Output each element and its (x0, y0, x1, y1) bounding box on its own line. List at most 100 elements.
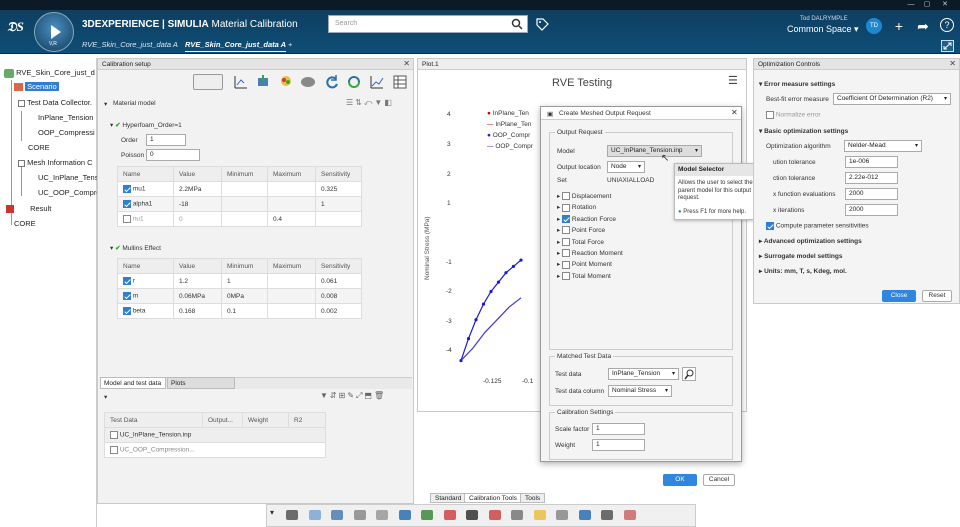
cell[interactable]: 1.2 (173, 273, 222, 289)
cell[interactable] (267, 196, 316, 212)
collapse-icon[interactable]: ▾ (104, 100, 107, 108)
order-stepper[interactable]: 1 (146, 134, 186, 146)
tree-uc-inplane[interactable]: UC_InPlane_Tens (38, 173, 98, 182)
mesh-icon[interactable] (374, 507, 390, 523)
mesh-icon[interactable] (300, 74, 316, 90)
tab-calibration-tools[interactable]: Calibration Tools (464, 493, 522, 503)
minimize-icon[interactable]: — (904, 0, 918, 10)
maximize-icon[interactable]: ▢ (920, 0, 934, 10)
output-option[interactable]: ▸ Total Force (557, 237, 604, 246)
cell[interactable]: 0MPa (221, 288, 268, 304)
space-selector[interactable]: Common Space ▾ (787, 24, 859, 35)
output-option[interactable]: ▸ Rotation (557, 203, 596, 212)
normalize-error[interactable]: Normalize error (766, 111, 821, 119)
ok-button[interactable]: OK (663, 474, 697, 486)
avatar[interactable]: TD (866, 18, 882, 34)
doc-tab-2[interactable]: RVE_Skin_Core_just_data A (185, 40, 287, 52)
menu-icon[interactable]: ☰ (728, 74, 738, 87)
algorithm-select[interactable]: Nelder-Mead (844, 140, 922, 152)
expand-icon[interactable]: ▸ (557, 273, 560, 280)
opt-field-input[interactable]: 2000 (845, 188, 898, 200)
cell[interactable]: 1 (221, 273, 268, 289)
checkbox[interactable] (123, 185, 131, 193)
checkbox[interactable] (123, 307, 131, 315)
close-icon[interactable]: ✕ (403, 59, 410, 68)
cell[interactable]: 2.2MPa (173, 181, 222, 197)
test-data-select[interactable]: InPlane_Tension (608, 368, 679, 380)
checkbox[interactable] (766, 222, 774, 230)
cancel-button[interactable]: Cancel (703, 474, 735, 486)
table-row[interactable]: alpha1 -18 1 (117, 196, 362, 212)
expand-icon[interactable] (941, 40, 954, 52)
expand-icon[interactable]: ▸ (557, 216, 560, 223)
refresh-icon[interactable] (324, 74, 340, 90)
checkbox[interactable] (123, 277, 131, 285)
output-option[interactable]: ▸ Reaction Moment (557, 249, 623, 258)
checkbox[interactable] (562, 249, 571, 258)
opt-field-input[interactable]: 2.22e-012 (845, 172, 898, 184)
advanced-section[interactable]: ▸ Advanced optimization settings (759, 237, 862, 245)
checkbox[interactable] (562, 203, 571, 212)
plot-tab[interactable]: Plot.1 (418, 59, 746, 70)
calibration-select-icon[interactable] (193, 74, 223, 90)
cell[interactable]: 0 (173, 211, 222, 227)
tree-result[interactable]: Result (6, 204, 51, 214)
table-icon[interactable] (307, 507, 323, 523)
cell[interactable]: 0.1 (221, 303, 268, 319)
search-input[interactable]: Search (328, 15, 528, 33)
tree-core-1[interactable]: CORE (28, 143, 50, 152)
new-tab-icon[interactable]: + (288, 40, 292, 52)
share-icon[interactable]: ➦ (915, 18, 931, 34)
chart-setup-icon[interactable] (233, 74, 249, 90)
material-tools-icon[interactable]: ☰⇅⤺▼◧ (346, 98, 394, 108)
checkbox[interactable] (110, 446, 118, 454)
close-button[interactable]: Close (882, 290, 916, 302)
tree-mesh-info[interactable]: Mesh Information C (18, 158, 93, 167)
curve-icon[interactable] (487, 507, 503, 523)
cell[interactable] (267, 288, 316, 304)
image-icon[interactable] (442, 507, 458, 523)
checkbox[interactable] (562, 237, 571, 246)
tree-core-2[interactable]: CORE (14, 219, 36, 228)
zoom-icon[interactable] (284, 507, 300, 523)
tab-tools[interactable]: Tools (520, 493, 546, 503)
table-row[interactable]: beta 0.168 0.1 0.002 (117, 303, 362, 319)
cell[interactable]: 0.06MPa (173, 288, 222, 304)
best-fit-select[interactable]: Coefficient Of Determination (R2) (833, 93, 951, 105)
opt-field-input[interactable]: 1e-006 (845, 156, 898, 168)
basic-settings-section[interactable]: ▾ Basic optimization settings (759, 127, 848, 135)
collapse-icon[interactable]: ▾ (104, 393, 107, 401)
table-row[interactable]: m 0.06MPa 0MPa 0.008 (117, 288, 362, 304)
checkbox[interactable] (123, 215, 131, 223)
output-option[interactable]: ▸ Point Moment (557, 260, 612, 269)
plot-icon[interactable] (622, 507, 638, 523)
cube-icon[interactable] (599, 507, 615, 523)
poisson-field[interactable]: 0 (146, 149, 200, 161)
close-icon[interactable]: ✕ (731, 108, 738, 117)
output-location-select[interactable]: Node (607, 161, 645, 173)
tab-plots[interactable]: Plots (167, 377, 235, 389)
table-row[interactable]: r 1.2 1 0.061 (117, 273, 362, 289)
model-select[interactable]: UC_InPlane_Tension.inp (607, 145, 702, 157)
tree-scenario[interactable]: Scenario (14, 82, 59, 92)
checkbox[interactable] (562, 226, 571, 235)
reset-button[interactable]: Reset (922, 290, 952, 302)
search-icon[interactable] (682, 367, 696, 381)
tree-root[interactable]: RVE_Skin_Core_just_d (4, 68, 95, 78)
refresh-icon[interactable] (397, 507, 413, 523)
table-row[interactable]: nu1 0 0.4 (117, 211, 362, 227)
test-data-column-select[interactable]: Nominal Stress (608, 385, 672, 397)
tree-test-data[interactable]: Test Data Collector. (18, 98, 92, 107)
cell[interactable] (267, 181, 316, 197)
checkbox[interactable] (562, 260, 571, 269)
calibrate-icon[interactable] (346, 74, 362, 90)
scroll-left-icon[interactable]: ▾ (270, 508, 274, 517)
cell[interactable]: 0.4 (267, 211, 316, 227)
compute-sensitivities[interactable]: Compute parameter sensitivities (766, 222, 869, 230)
cell[interactable] (267, 303, 316, 319)
table-icon[interactable] (392, 74, 408, 90)
compass-icon[interactable]: V,R (34, 12, 74, 52)
output-option[interactable]: ▸ Total Moment (557, 272, 611, 281)
cell[interactable]: 0.168 (173, 303, 222, 319)
close-window-icon[interactable]: ✕ (938, 0, 952, 10)
